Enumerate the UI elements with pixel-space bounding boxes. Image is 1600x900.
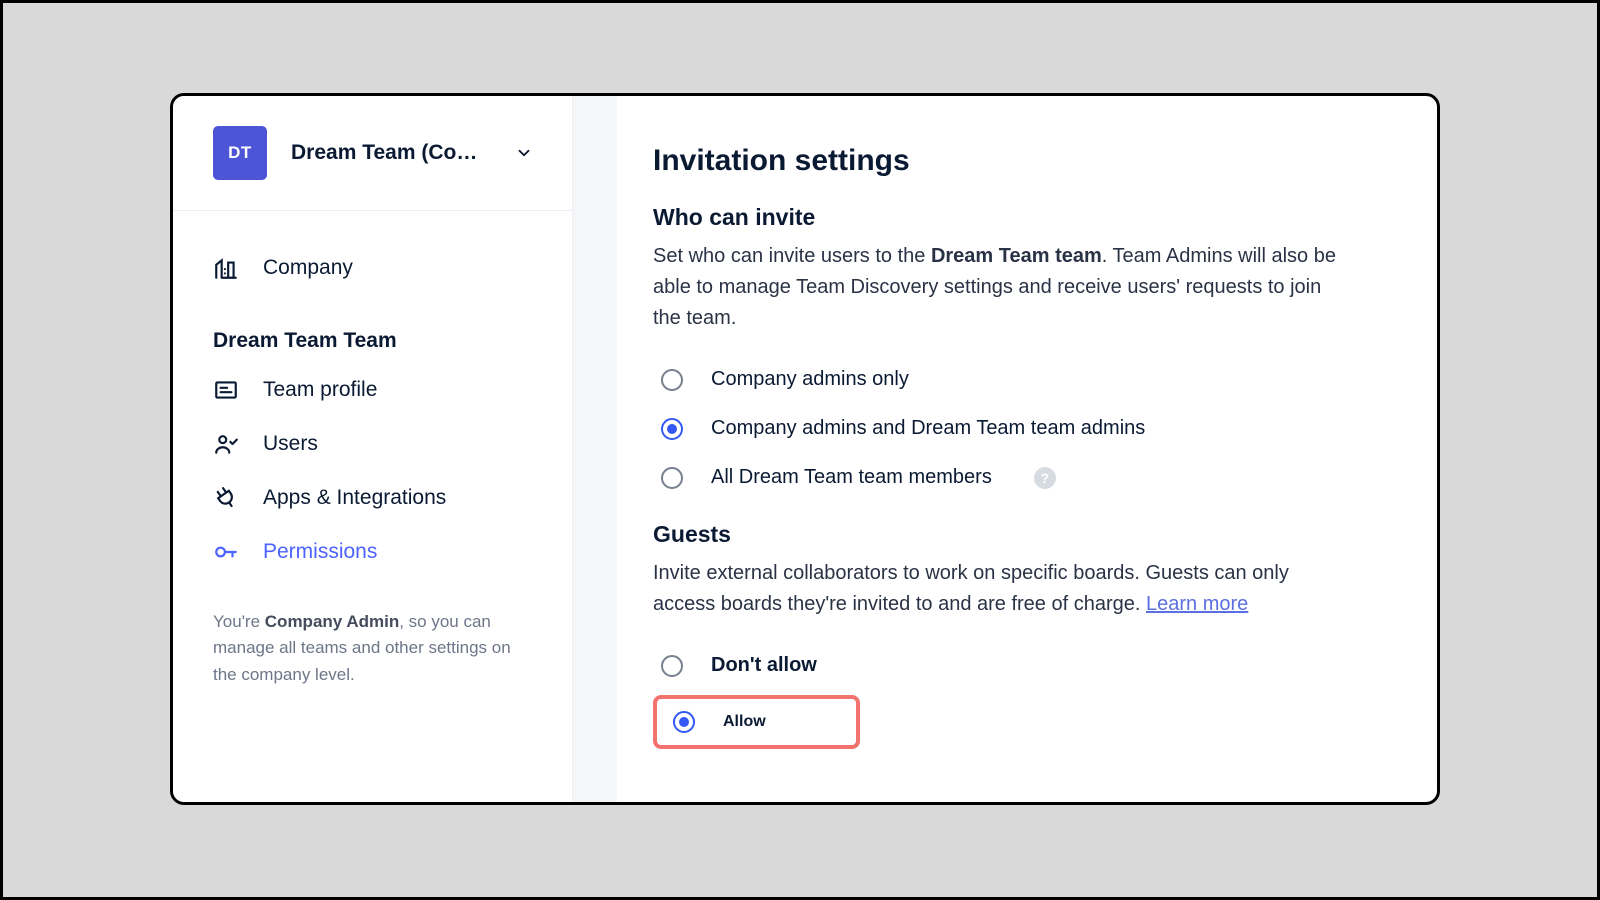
sidebar-section-label: Dream Team Team xyxy=(213,329,542,353)
sidebar-gap xyxy=(573,96,617,802)
radio-icon xyxy=(661,467,683,489)
sidebar-item-label: Apps & Integrations xyxy=(263,486,446,510)
radio-label: Company admins and Dream Team team admin… xyxy=(711,417,1145,440)
company-icon xyxy=(213,255,239,281)
section-heading: Guests xyxy=(653,521,1385,548)
sidebar-item-label: Users xyxy=(263,432,318,456)
team-switcher[interactable]: DT Dream Team (Co… xyxy=(173,96,572,211)
radio-icon xyxy=(661,369,683,391)
radio-company-admins-only[interactable]: Company admins only xyxy=(653,356,1385,405)
sidebar-item-label: Company xyxy=(263,256,353,280)
team-badge: DT xyxy=(213,126,267,180)
sidebar: DT Dream Team (Co… Company Dream Team Te… xyxy=(173,96,573,802)
footnote-role: Company Admin xyxy=(265,612,399,631)
chevron-down-icon xyxy=(515,144,533,162)
radio-company-and-team-admins[interactable]: Company admins and Dream Team team admin… xyxy=(653,405,1385,454)
main-content: Invitation settings Who can invite Set w… xyxy=(617,96,1437,802)
key-icon xyxy=(213,539,239,565)
radio-all-team-members[interactable]: All Dream Team team members ? xyxy=(653,454,1385,503)
sidebar-item-apps[interactable]: Apps & Integrations xyxy=(213,471,542,525)
radio-label: All Dream Team team members xyxy=(711,466,992,489)
section-description: Invite external collaborators to work on… xyxy=(653,558,1343,620)
section-heading: Who can invite xyxy=(653,204,1385,231)
settings-panel: DT Dream Team (Co… Company Dream Team Te… xyxy=(170,93,1440,805)
help-icon[interactable]: ? xyxy=(1034,467,1056,489)
radio-label: Don't allow xyxy=(711,654,817,677)
sidebar-nav: Company Dream Team Team Team profile Use… xyxy=(173,211,572,579)
section-description: Set who can invite users to the Dream Te… xyxy=(653,241,1343,334)
page-title: Invitation settings xyxy=(653,144,1385,178)
radio-label: Company admins only xyxy=(711,368,909,391)
guests-section: Guests Invite external collaborators to … xyxy=(653,521,1385,749)
plug-icon xyxy=(213,485,239,511)
learn-more-link[interactable]: Learn more xyxy=(1146,593,1248,615)
desc-text: Set who can invite users to the xyxy=(653,245,931,267)
profile-card-icon xyxy=(213,377,239,403)
desc-bold: Dream Team team xyxy=(931,245,1102,267)
sidebar-item-users[interactable]: Users xyxy=(213,417,542,471)
radio-label: Allow xyxy=(723,713,766,731)
users-icon xyxy=(213,431,239,457)
sidebar-item-team-profile[interactable]: Team profile xyxy=(213,363,542,417)
radio-icon xyxy=(673,711,695,733)
sidebar-item-label: Permissions xyxy=(263,540,377,564)
sidebar-footnote: You're Company Admin, so you can manage … xyxy=(173,579,572,688)
sidebar-item-company[interactable]: Company xyxy=(213,241,542,295)
sidebar-item-label: Team profile xyxy=(263,378,377,402)
radio-guests-allow[interactable]: Allow xyxy=(653,695,860,749)
team-switcher-label: Dream Team (Co… xyxy=(291,141,491,165)
radio-icon xyxy=(661,418,683,440)
footnote-text: You're xyxy=(213,612,265,631)
radio-guests-dont-allow[interactable]: Don't allow xyxy=(653,642,1385,691)
sidebar-item-permissions[interactable]: Permissions xyxy=(213,525,542,579)
who-can-invite-section: Who can invite Set who can invite users … xyxy=(653,204,1385,503)
radio-icon xyxy=(661,655,683,677)
